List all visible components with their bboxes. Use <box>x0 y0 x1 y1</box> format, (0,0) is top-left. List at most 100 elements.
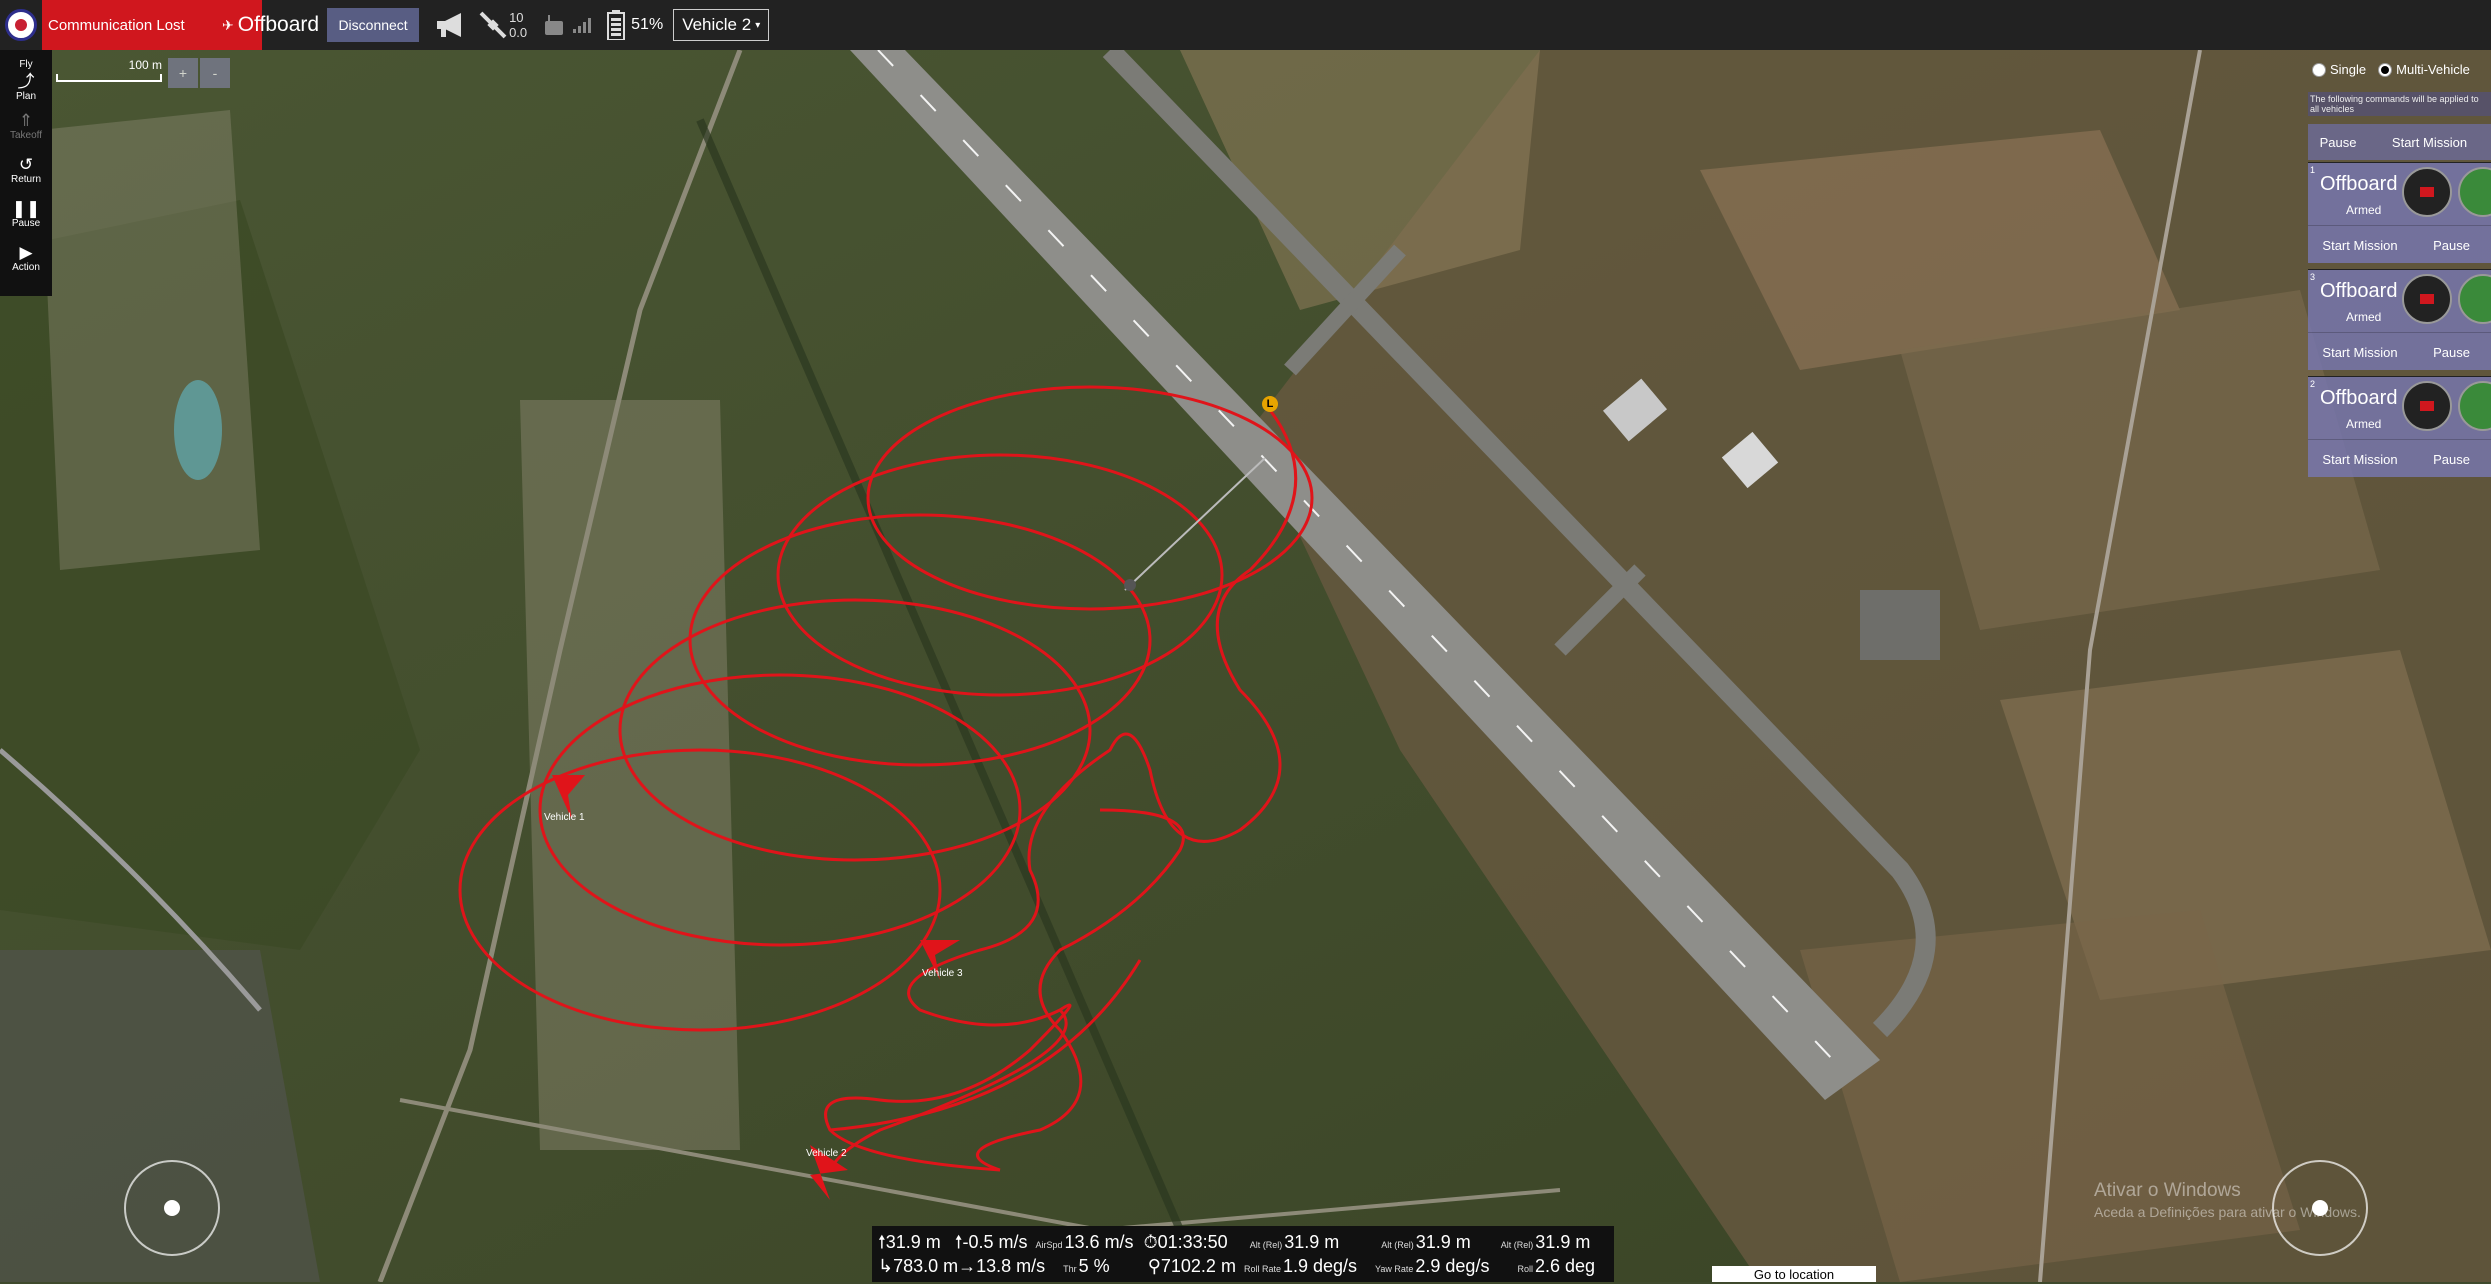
map-canvas <box>0 50 2491 1282</box>
multi-vehicle-note: The following commands will be applied t… <box>2308 92 2491 116</box>
vehicle-mode: Offboard <box>2320 173 2398 195</box>
flight-time-value: 01:33:50 <box>1157 1232 1228 1252</box>
alt-rel-value: 31.9 m <box>1535 1232 1591 1252</box>
compass-indicator <box>2458 274 2491 324</box>
map-scale: 100 m <box>56 56 162 88</box>
megaphone-icon[interactable] <box>435 11 469 39</box>
zoom-in-button[interactable]: + <box>168 58 198 88</box>
roll-rate-label: Roll Rate <box>1243 1264 1281 1274</box>
tool-action[interactable]: ▶ Action <box>0 236 52 280</box>
vehicle-mode: Offboard <box>2320 280 2398 302</box>
battery-percent: 51% <box>631 16 664 33</box>
gps-satellite-icon[interactable]: 10 0.0 <box>479 10 527 40</box>
tool-plan[interactable]: ⤴ Plan <box>0 70 52 104</box>
yaw-rate-value: 2.9 deg/s <box>1415 1256 1490 1276</box>
pause-button[interactable]: Pause <box>2412 345 2491 360</box>
telemetry-bar[interactable]: 🠕 31.9 m 🠕 -0.5 m/s AirSpd 13.6 m/s ⏱ 01… <box>872 1226 1614 1282</box>
watermark-title: Ativar o Windows <box>2094 1180 2241 1201</box>
tool-return[interactable]: ↺ Return <box>0 148 52 192</box>
vehicle-armed-state: Armed <box>2346 310 2382 324</box>
pause-button[interactable]: Pause <box>2412 452 2491 467</box>
altitude-value: 31.9 m <box>885 1232 941 1252</box>
play-icon: ▶ <box>19 242 33 262</box>
vehicle-mode-selector: Single Multi-Vehicle <box>2312 62 2470 77</box>
flight-mode-selector[interactable]: Offboard <box>238 13 319 37</box>
compass-indicator <box>2458 381 2491 431</box>
tool-fly[interactable]: Fly <box>0 50 52 70</box>
clock-icon: ⏱ <box>1143 1232 1158 1252</box>
distance-home-value: 783.0 m <box>893 1256 959 1276</box>
tool-label: Takeoff <box>9 129 43 141</box>
signal-strength-icon[interactable] <box>573 17 592 33</box>
vehicle-card[interactable]: 3 Offboard Armed Start Mission Pause <box>2308 269 2491 370</box>
start-mission-button[interactable]: Start Mission <box>2308 345 2412 360</box>
alt-rel-value: 31.9 m <box>1284 1232 1340 1252</box>
vehicle-card[interactable]: 2 Offboard Armed Start Mission Pause <box>2308 376 2491 477</box>
alt-rel-label: Alt (Rel) <box>1381 1240 1414 1250</box>
top-toolbar: Communication Lost ✈ Offboard Disconnect… <box>0 0 2491 50</box>
tool-strip: Fly ⤴ Plan ⇑ Takeoff ↺ Return ❚❚ Pause ▶… <box>0 50 52 296</box>
airspeed-label: AirSpd <box>1035 1240 1063 1250</box>
scale-label: 100 m <box>128 58 162 72</box>
start-mission-all-button[interactable]: Start Mission <box>2368 135 2491 150</box>
vehicle-id: 3 <box>2310 272 2316 282</box>
home-marker[interactable]: L <box>1262 396 1278 412</box>
go-to-location-button[interactable]: Go to location <box>1712 1266 1876 1282</box>
vehicle-mode: Offboard <box>2320 387 2398 409</box>
disconnect-button[interactable]: Disconnect <box>327 8 420 42</box>
alt-rel-value: 31.9 m <box>1415 1232 1471 1252</box>
distance-home-icon: ↳ <box>878 1256 894 1276</box>
throttle-label: Thr <box>1063 1264 1077 1274</box>
satellite-map[interactable]: L Vehicle 1 Vehicle 3 Vehicle 2 <box>0 50 2491 1282</box>
all-vehicles-commands: Pause Start Mission <box>2308 124 2491 160</box>
return-icon: ↺ <box>18 154 34 174</box>
alt-rel-label: Alt (Rel) <box>1249 1240 1283 1250</box>
rc-transmitter-icon[interactable] <box>543 13 565 37</box>
vehicle-card[interactable]: 1 Offboard Armed Start Mission Pause <box>2308 162 2491 263</box>
compass-indicator <box>2458 167 2491 217</box>
vehicle-selector-value: Vehicle 2 <box>682 15 752 34</box>
tool-takeoff[interactable]: ⇑ Takeoff <box>0 104 52 148</box>
tool-label: Action <box>12 261 40 273</box>
multi-vehicle-radio[interactable]: Multi-Vehicle <box>2378 62 2470 77</box>
windows-activation-watermark: Ativar o Windows Aceda a Definições para… <box>2094 1180 2361 1220</box>
left-virtual-joystick[interactable] <box>124 1160 220 1256</box>
vehicle-id: 2 <box>2310 379 2316 389</box>
takeoff-icon: ⇑ <box>18 110 34 130</box>
tool-label: Pause <box>11 217 41 229</box>
vehicle-armed-state: Armed <box>2346 203 2382 217</box>
ground-speed-value: 13.8 m/s <box>976 1256 1046 1276</box>
vehicle-selector[interactable]: Vehicle 2 ▾ <box>673 9 770 41</box>
radio-circle <box>2378 62 2393 77</box>
gps-count: 10 <box>509 10 524 25</box>
vertical-speed-value: -0.5 m/s <box>962 1232 1028 1252</box>
pause-all-button[interactable]: Pause <box>2308 135 2368 150</box>
roll-value: 2.6 deg <box>1534 1256 1596 1276</box>
chevron-down-icon: ▾ <box>755 19 761 31</box>
start-mission-button[interactable]: Start Mission <box>2308 452 2412 467</box>
ground-speed-icon: → <box>958 1256 977 1276</box>
vehicle-label: Vehicle 2 <box>806 1148 847 1159</box>
tool-pause[interactable]: ❚❚ Pause <box>0 192 52 236</box>
pause-button[interactable]: Pause <box>2412 238 2491 253</box>
attitude-indicator <box>2402 167 2452 217</box>
single-radio[interactable]: Single <box>2312 62 2366 77</box>
vehicle-armed-state: Armed <box>2346 417 2382 431</box>
radio-circle <box>2312 62 2326 77</box>
app-logo[interactable] <box>0 0 42 50</box>
connection-status: Communication Lost <box>48 16 185 34</box>
attitude-indicator <box>2402 274 2452 324</box>
plane-icon: ✈ <box>222 16 234 33</box>
start-mission-button[interactable]: Start Mission <box>2308 238 2412 253</box>
yaw-rate-label: Yaw Rate <box>1375 1264 1414 1274</box>
vehicle-id: 1 <box>2310 165 2316 175</box>
roll-label: Roll <box>1517 1264 1533 1274</box>
radio-label: Multi-Vehicle <box>2396 62 2470 77</box>
flight-distance-value: 7102.2 m <box>1160 1256 1236 1276</box>
flight-distance-icon: ⚲ <box>1147 1256 1161 1276</box>
tool-label: Plan <box>15 90 36 102</box>
battery-icon[interactable]: 51% <box>607 10 663 40</box>
zoom-controls: + - <box>168 58 232 88</box>
scale-bar <box>56 74 162 82</box>
zoom-out-button[interactable]: - <box>200 58 230 88</box>
